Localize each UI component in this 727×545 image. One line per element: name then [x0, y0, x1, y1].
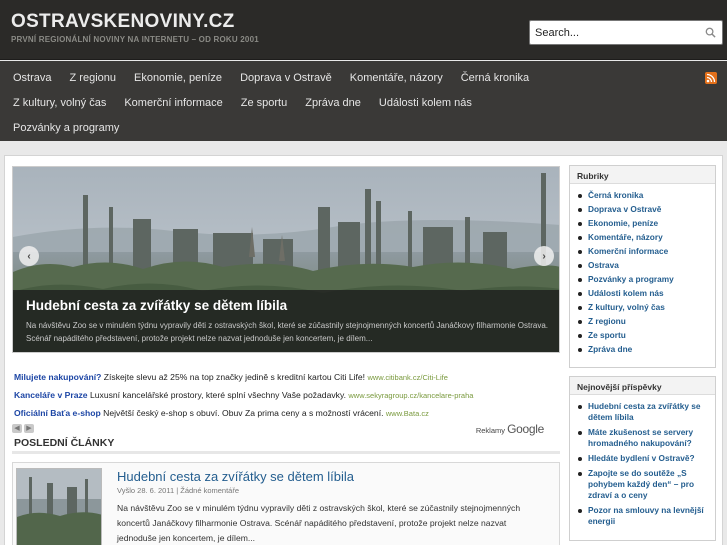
- category-link[interactable]: Ostrava: [577, 260, 709, 274]
- category-link[interactable]: Komentáře, názory: [577, 232, 709, 246]
- category-link[interactable]: Komerční informace: [577, 246, 709, 260]
- ad-item[interactable]: Kanceláře v Praze Luxusní kancelářské pr…: [14, 390, 473, 400]
- ad-prev-icon[interactable]: ◀: [12, 424, 22, 433]
- ad-block: Milujete nakupování? Získejte slevu až 2…: [12, 368, 548, 436]
- ad-url[interactable]: www.sekyragroup.cz/kancelare-praha: [348, 391, 473, 400]
- categories-widget: Rubriky Černá kronika Doprava v Ostravě …: [569, 165, 716, 368]
- search-box: [529, 20, 723, 45]
- category-link[interactable]: Ekonomie, peníze: [577, 218, 709, 232]
- nav-item-ekonomie[interactable]: Ekonomie, peníze: [125, 72, 231, 84]
- ad-url[interactable]: www.Bata.cz: [386, 409, 429, 418]
- google-logo: Google: [507, 422, 544, 436]
- search-input[interactable]: [530, 21, 700, 44]
- article-card: Hudební cesta za zvířátky se dětem líbil…: [12, 462, 560, 545]
- nav-item-ze-sportu[interactable]: Ze sportu: [232, 97, 296, 109]
- recent-posts-list: Hudební cesta za zvířátky se dětem líbil…: [570, 395, 715, 527]
- ads-label-prefix: Reklamy: [475, 426, 508, 435]
- site-subtitle: PRVNÍ REGIONÁLNÍ NOVINY NA INTERNETU – O…: [11, 35, 259, 44]
- ad-item[interactable]: Milujete nakupování? Získejte slevu až 2…: [14, 372, 448, 382]
- search-icon[interactable]: [705, 27, 716, 38]
- recent-post-link[interactable]: Máte zkušenost se servery hromadného nak…: [577, 427, 709, 449]
- nav-item-komentare[interactable]: Komentáře, názory: [341, 72, 452, 84]
- slide-excerpt: Na návštěvu Zoo se v minulém týdnu vypra…: [26, 321, 548, 343]
- category-list: Černá kronika Doprava v Ostravě Ekonomie…: [570, 184, 715, 358]
- category-link[interactable]: Události kolem nás: [577, 288, 709, 302]
- ad-title[interactable]: Kanceláře v Praze: [14, 390, 88, 400]
- category-link[interactable]: Z regionu: [577, 316, 709, 330]
- nav-item-pozvanky[interactable]: Pozvánky a programy: [4, 122, 128, 134]
- chevron-right-icon: ›: [542, 250, 546, 262]
- recent-post-link[interactable]: Hudební cesta za zvířátky se dětem líbil…: [577, 401, 709, 423]
- nav-item-kultura[interactable]: Z kultury, volný čas: [4, 97, 115, 109]
- ads-by-google[interactable]: Reklamy Google: [476, 422, 544, 436]
- ad-title[interactable]: Milujete nakupování?: [14, 372, 101, 382]
- featured-slider[interactable]: ‹ › Hudební cesta za zvířátky se dětem l…: [12, 166, 560, 353]
- slide-title[interactable]: Hudební cesta za zvířátky se dětem líbil…: [26, 298, 287, 313]
- category-link[interactable]: Zpráva dne: [577, 344, 709, 358]
- category-link[interactable]: Ze sportu: [577, 330, 709, 344]
- nav-row: Z kultury, volný čas Komerční informace …: [4, 90, 481, 115]
- article-excerpt: Na návštěvu Zoo se v minulém týdnu vypra…: [117, 503, 521, 543]
- ad-url[interactable]: www.citibank.cz/Citi-Life: [367, 373, 447, 382]
- nav-item-cerna-kronika[interactable]: Černá kronika: [452, 72, 538, 84]
- article-title[interactable]: Hudební cesta za zvířátky se dětem líbil…: [117, 469, 354, 484]
- recent-post-link[interactable]: Zapojte se do soutěže „S pohybem každý d…: [577, 468, 709, 501]
- ad-title[interactable]: Oficiální Baťa e-shop: [14, 408, 101, 418]
- section-divider: [12, 451, 560, 454]
- recent-posts-widget: Nejnovější příspěvky Hudební cesta za zv…: [569, 376, 716, 541]
- nav-item-doprava[interactable]: Doprava v Ostravě: [231, 72, 341, 84]
- article-meta: Vyšlo 28. 6. 2011 | Žádné komentáře: [117, 486, 240, 495]
- ad-next-icon[interactable]: ▶: [24, 424, 34, 433]
- slider-next-button[interactable]: ›: [534, 246, 554, 266]
- ad-text: Největší český e-shop s obuví. Obuv Za p…: [100, 408, 384, 418]
- category-link[interactable]: Černá kronika: [577, 190, 709, 204]
- category-link[interactable]: Z kultury, volný čas: [577, 302, 709, 316]
- site-title[interactable]: OSTRAVSKENOVINY.CZ: [11, 11, 235, 33]
- nav-item-z-regionu[interactable]: Z regionu: [61, 72, 125, 84]
- main-nav: Ostrava Z regionu Ekonomie, peníze Dopra…: [0, 61, 727, 141]
- recent-post-link[interactable]: Pozor na smlouvy na levnější energii: [577, 505, 709, 527]
- rss-icon[interactable]: [705, 72, 717, 84]
- slider-prev-button[interactable]: ‹: [19, 246, 39, 266]
- nav-item-komercni[interactable]: Komerční informace: [115, 97, 231, 109]
- ad-text: Luxusní kancelářské prostory, které spln…: [87, 390, 346, 400]
- widget-title: Rubriky: [570, 166, 715, 184]
- site-header: OSTRAVSKENOVINY.CZ PRVNÍ REGIONÁLNÍ NOVI…: [0, 0, 727, 60]
- nav-row: Pozvánky a programy: [4, 115, 128, 140]
- nav-item-udalosti[interactable]: Události kolem nás: [370, 97, 481, 109]
- nav-row: Ostrava Z regionu Ekonomie, peníze Dopra…: [4, 65, 538, 90]
- widget-title: Nejnovější příspěvky: [570, 377, 715, 395]
- article-thumbnail[interactable]: [16, 468, 102, 545]
- recent-post-link[interactable]: Hledáte bydlení v Ostravě?: [577, 453, 709, 464]
- nav-item-zprava-dne[interactable]: Zpráva dne: [296, 97, 370, 109]
- slide-caption: Hudební cesta za zvířátky se dětem líbil…: [13, 290, 559, 352]
- ad-item[interactable]: Oficiální Baťa e-shop Největší český e-s…: [14, 408, 429, 418]
- ad-text: Získejte slevu až 25% na top značky jedi…: [101, 372, 366, 382]
- section-title: POSLEDNÍ ČLÁNKY: [14, 437, 115, 449]
- category-link[interactable]: Pozvánky a programy: [577, 274, 709, 288]
- chevron-left-icon: ‹: [27, 250, 31, 262]
- nav-item-ostrava[interactable]: Ostrava: [4, 72, 61, 84]
- category-link[interactable]: Doprava v Ostravě: [577, 204, 709, 218]
- ad-pager: ◀ ▶: [12, 424, 34, 433]
